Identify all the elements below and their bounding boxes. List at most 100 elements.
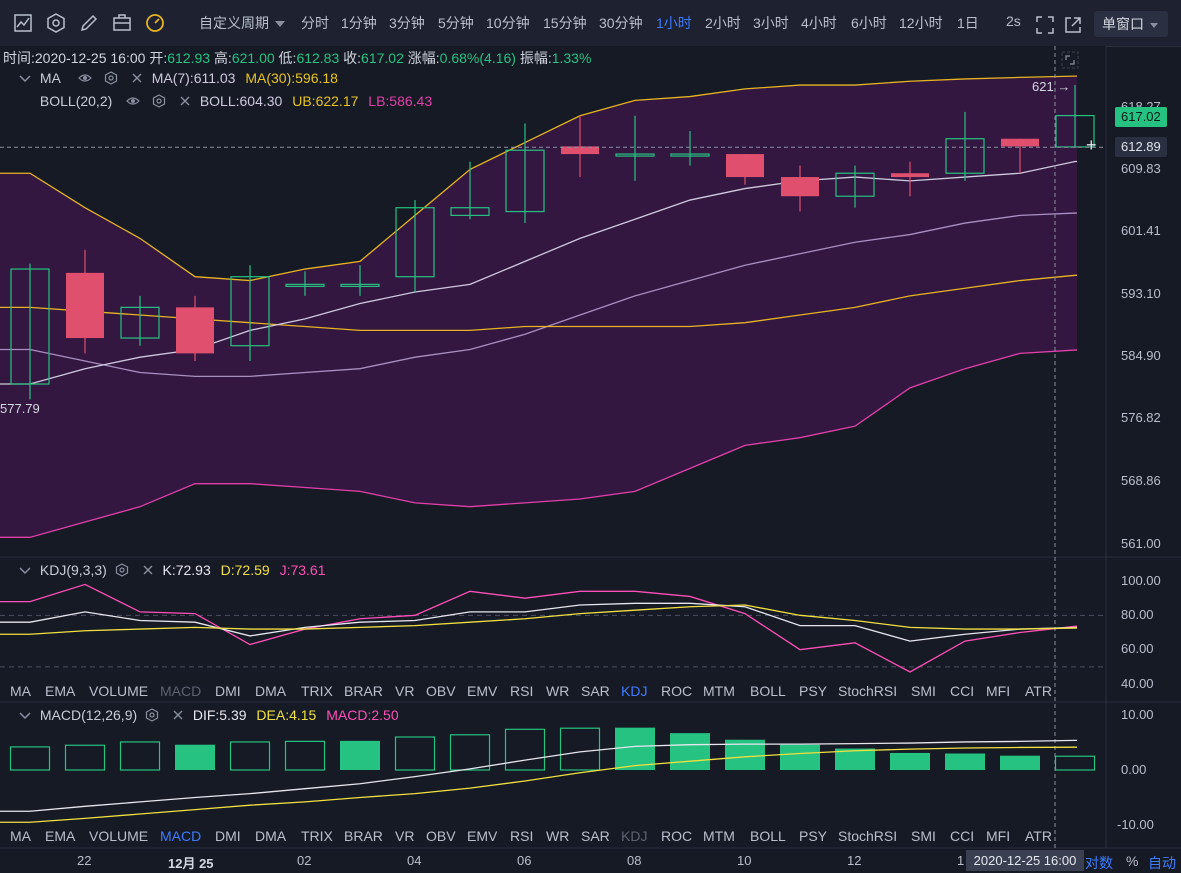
indicator-tab-rsi[interactable]: RSI xyxy=(510,683,533,699)
popout-icon[interactable] xyxy=(1062,14,1084,36)
indicator-tab-kdj[interactable]: KDJ xyxy=(621,828,647,844)
eye-icon[interactable] xyxy=(78,71,92,85)
indicator-tab-vr[interactable]: VR xyxy=(395,683,414,699)
open-value: 612.93 xyxy=(167,50,211,66)
period-select[interactable]: 自定义周期 xyxy=(199,13,285,33)
indicator-tab-obv[interactable]: OBV xyxy=(426,828,456,844)
expand-pane-icon[interactable] xyxy=(1061,51,1079,69)
indicator-tab-dma[interactable]: DMA xyxy=(255,683,286,699)
indicator-tab-psy[interactable]: PSY xyxy=(799,683,827,699)
auto-scale-button[interactable]: 自动 xyxy=(1148,853,1176,873)
indicator-tab-mtm[interactable]: MTM xyxy=(703,683,735,699)
close-icon[interactable] xyxy=(141,563,155,577)
settings-hex-icon[interactable] xyxy=(45,12,67,34)
indicator-tab-roc[interactable]: ROC xyxy=(661,683,692,699)
fullscreen-icon[interactable] xyxy=(1034,14,1056,36)
percent-scale-button[interactable]: % xyxy=(1126,853,1138,869)
refresh-interval[interactable]: 2s xyxy=(1006,13,1021,29)
period-tab-6[interactable]: 30分钟 xyxy=(599,13,643,33)
indicator-tab-emv[interactable]: EMV xyxy=(467,828,497,844)
period-tab-11[interactable]: 6小时 xyxy=(851,13,887,33)
close-icon[interactable] xyxy=(178,94,192,108)
period-tab-0[interactable]: 分时 xyxy=(301,13,329,33)
indicator-tab-wr[interactable]: WR xyxy=(546,683,569,699)
candle-body xyxy=(781,177,819,197)
macd-tick-label: 10.00 xyxy=(1121,707,1154,722)
period-tab-4[interactable]: 10分钟 xyxy=(486,13,530,33)
open-label: 开: xyxy=(149,50,168,66)
period-tab-1[interactable]: 1分钟 xyxy=(341,13,377,33)
eye-icon[interactable] xyxy=(126,94,141,108)
indicator-tab-volume[interactable]: VOLUME xyxy=(89,828,148,844)
briefcase-icon[interactable] xyxy=(111,12,133,34)
indicator-tab-macd[interactable]: MACD xyxy=(160,828,201,844)
indicator-tab-cci[interactable]: CCI xyxy=(950,683,974,699)
indicator-tab-mfi[interactable]: MFI xyxy=(986,683,1010,699)
crosshair-plus-icon[interactable]: + xyxy=(1086,135,1097,156)
indicator-tab-macd[interactable]: MACD xyxy=(160,683,201,699)
indicator-tab-brar[interactable]: BRAR xyxy=(344,683,383,699)
indicator-tab-ma[interactable]: MA xyxy=(10,828,31,844)
indicator-tab-stochrsi[interactable]: StochRSI xyxy=(838,683,897,699)
indicator-tab-ema[interactable]: EMA xyxy=(45,828,75,844)
gauge-icon[interactable] xyxy=(144,12,166,34)
indicator-tab-trix[interactable]: TRIX xyxy=(301,828,333,844)
chevron-down-icon[interactable] xyxy=(18,71,32,85)
indicator-tab-vr[interactable]: VR xyxy=(395,828,414,844)
indicator-tab-kdj[interactable]: KDJ xyxy=(621,683,647,699)
indicator-tab-sar[interactable]: SAR xyxy=(581,828,610,844)
indicator-tab-mtm[interactable]: MTM xyxy=(703,828,735,844)
settings-icon[interactable] xyxy=(152,94,166,108)
indicator-tab-dma[interactable]: DMA xyxy=(255,828,286,844)
settings-icon[interactable] xyxy=(145,708,159,722)
chevron-down-icon[interactable] xyxy=(18,708,32,722)
indicator-tab-ma[interactable]: MA xyxy=(10,683,31,699)
period-tab-3[interactable]: 5分钟 xyxy=(438,13,474,33)
candle-body xyxy=(10,268,50,385)
chevron-down-icon[interactable] xyxy=(18,563,32,577)
kdj-legend: KDJ(9,3,3) K:72.93 D:72.59 J:73.61 xyxy=(14,562,326,578)
log-scale-button[interactable]: 对数 xyxy=(1085,853,1113,873)
indicator-tab-trix[interactable]: TRIX xyxy=(301,683,333,699)
window-mode-select[interactable]: 单窗口 xyxy=(1094,11,1168,37)
close-icon[interactable] xyxy=(171,708,185,722)
indicator-tab-brar[interactable]: BRAR xyxy=(344,828,383,844)
indicator-tab-smi[interactable]: SMI xyxy=(911,683,936,699)
period-tab-8[interactable]: 2小时 xyxy=(705,13,741,33)
indicator-tab-cci[interactable]: CCI xyxy=(950,828,974,844)
indicator-tab-boll[interactable]: BOLL xyxy=(750,683,786,699)
chart-canvas[interactable] xyxy=(0,46,1181,871)
indicator-tab-dmi[interactable]: DMI xyxy=(215,828,241,844)
indicator-tab-wr[interactable]: WR xyxy=(546,828,569,844)
period-tab-2[interactable]: 3分钟 xyxy=(389,13,425,33)
period-tab-7[interactable]: 1小时 xyxy=(656,13,692,33)
indicator-tab-volume[interactable]: VOLUME xyxy=(89,683,148,699)
indicator-tab-psy[interactable]: PSY xyxy=(799,828,827,844)
indicator-tab-obv[interactable]: OBV xyxy=(426,683,456,699)
indicator-tab-mfi[interactable]: MFI xyxy=(986,828,1010,844)
indicator-tab-smi[interactable]: SMI xyxy=(911,828,936,844)
settings-icon[interactable] xyxy=(115,563,129,577)
period-tab-13[interactable]: 1日 xyxy=(957,13,979,33)
period-tab-12[interactable]: 12小时 xyxy=(899,13,943,33)
kdj-k-value: K:72.93 xyxy=(162,562,211,578)
settings-icon[interactable] xyxy=(104,71,118,85)
indicator-tab-sar[interactable]: SAR xyxy=(581,683,610,699)
pen-icon[interactable] xyxy=(78,12,100,34)
indicator-tab-boll[interactable]: BOLL xyxy=(750,828,786,844)
period-tab-5[interactable]: 15分钟 xyxy=(543,13,587,33)
indicator-tab-atr[interactable]: ATR xyxy=(1025,828,1052,844)
crosshair-time-label: 2020-12-25 16:00 xyxy=(966,850,1084,871)
indicator-tab-roc[interactable]: ROC xyxy=(661,828,692,844)
price-tick-label: 568.86 xyxy=(1121,473,1161,488)
indicator-tab-emv[interactable]: EMV xyxy=(467,683,497,699)
indicator-tab-ema[interactable]: EMA xyxy=(45,683,75,699)
period-tab-10[interactable]: 4小时 xyxy=(801,13,837,33)
indicator-tab-dmi[interactable]: DMI xyxy=(215,683,241,699)
period-tab-9[interactable]: 3小时 xyxy=(753,13,789,33)
chart-icon[interactable] xyxy=(12,12,34,34)
close-icon[interactable] xyxy=(130,71,144,85)
indicator-tab-stochrsi[interactable]: StochRSI xyxy=(838,828,897,844)
indicator-tab-rsi[interactable]: RSI xyxy=(510,828,533,844)
indicator-tab-atr[interactable]: ATR xyxy=(1025,683,1052,699)
